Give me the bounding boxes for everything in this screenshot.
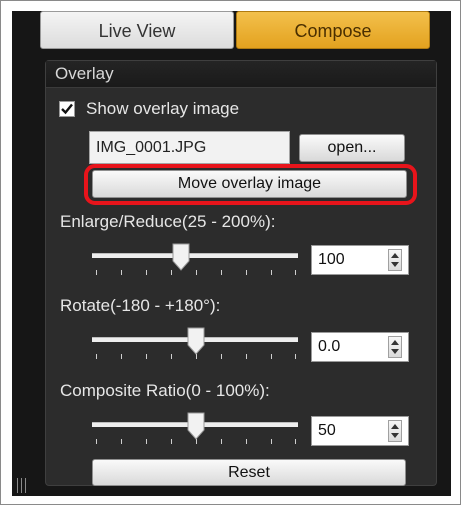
composite-slider-ticks — [96, 439, 296, 445]
resize-grip-icon[interactable] — [17, 478, 27, 493]
enlarge-slider-track[interactable] — [92, 253, 298, 258]
rotate-label: Rotate(-180 - +180°): — [60, 296, 221, 315]
enlarge-reduce-label: Enlarge/Reduce(25 - 200%): — [60, 212, 276, 231]
tab-compose[interactable]: Compose — [236, 11, 430, 49]
enlarge-value[interactable]: 100 — [318, 251, 345, 269]
composite-ratio-label: Composite Ratio(0 - 100%): — [60, 381, 270, 400]
composite-value[interactable]: 50 — [318, 422, 336, 440]
reset-button[interactable]: Reset — [92, 459, 406, 486]
enlarge-slider-ticks — [96, 270, 296, 276]
composite-spinner[interactable]: 50 — [311, 416, 409, 446]
show-overlay-checkbox[interactable] — [59, 101, 75, 117]
open-button[interactable]: open... — [299, 134, 405, 162]
show-overlay-label[interactable]: Show overlay image — [86, 99, 239, 119]
overlay-section-title: Overlay — [55, 64, 114, 83]
highlight-outline — [84, 164, 417, 205]
checkmark-icon — [61, 103, 73, 115]
tab-live-view[interactable]: Live View — [40, 11, 234, 49]
rotate-slider-thumb[interactable] — [187, 327, 205, 355]
enlarge-slider-thumb[interactable] — [172, 243, 190, 271]
composite-stepper-icon[interactable] — [388, 420, 402, 442]
enlarge-stepper-icon[interactable] — [388, 249, 402, 271]
rotate-spinner[interactable]: 0.0 — [311, 332, 409, 362]
rotate-value[interactable]: 0.0 — [318, 338, 340, 356]
enlarge-spinner[interactable]: 100 — [311, 245, 409, 275]
rotate-stepper-icon[interactable] — [388, 336, 402, 358]
overlay-file-name-field[interactable]: IMG_0001.JPG — [89, 131, 290, 164]
rotate-slider-ticks — [96, 354, 296, 360]
composite-slider-thumb[interactable] — [187, 412, 205, 440]
